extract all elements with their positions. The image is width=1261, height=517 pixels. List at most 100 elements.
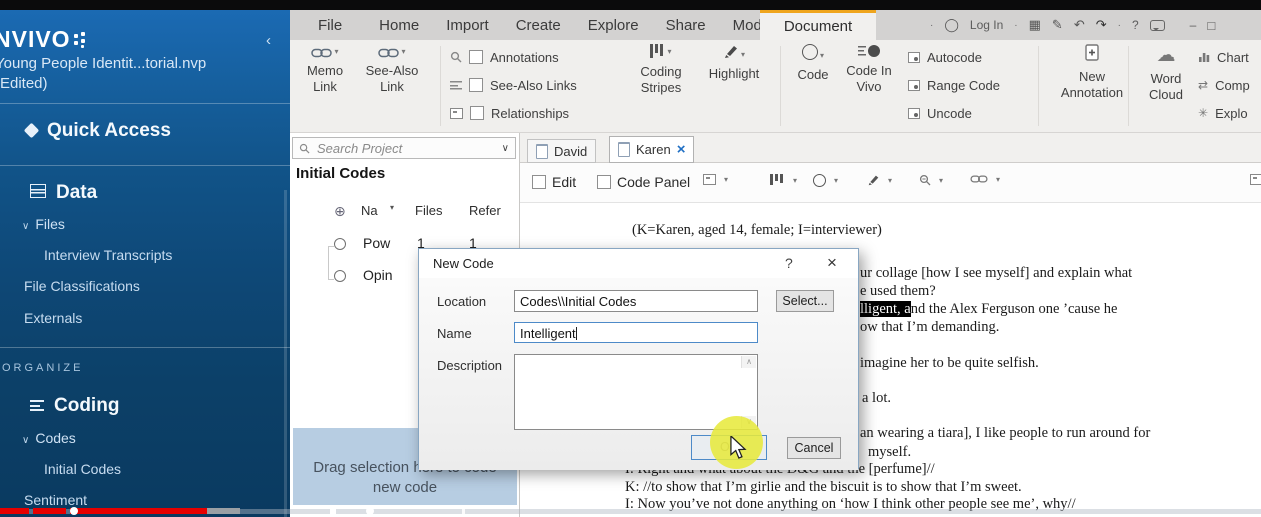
menu-tab-create[interactable]: Create	[516, 17, 561, 34]
dropdown-caret-icon: ▾	[939, 175, 944, 185]
tab-close-icon[interactable]: ×	[677, 142, 686, 157]
sidebar-item-label: Files	[35, 216, 65, 232]
menu-tab-explore[interactable]: Explore	[588, 17, 639, 34]
highlight-button[interactable]: ▾ Highlight	[698, 44, 770, 82]
transcript-line: imagine her to be quite selfish.	[860, 355, 1039, 372]
see-also-link-label: See-Also Link	[365, 63, 419, 94]
annotation-view-button[interactable]: ▾	[703, 174, 728, 185]
save-icon[interactable]: ▦	[1029, 17, 1041, 33]
edit-pencil-icon[interactable]: ✎	[1052, 17, 1063, 33]
redo-icon[interactable]: ↷	[1096, 17, 1107, 33]
relationships-label: Relationships	[491, 105, 570, 121]
code-panel-checkbox[interactable]	[597, 175, 611, 189]
tab-karen[interactable]: Karen ×	[609, 136, 695, 163]
cancel-button[interactable]: Cancel	[787, 437, 841, 459]
menu-tab-file[interactable]: File	[318, 17, 342, 34]
code-panel-toggle[interactable]: Code Panel	[597, 174, 690, 190]
search-box[interactable]: Search Project ∨	[292, 137, 516, 159]
video-progress-bar[interactable]	[0, 503, 1261, 517]
memo-link-button[interactable]: ▾ Memo Link	[296, 44, 354, 95]
sidebar-item-codes[interactable]: ∨ Codes	[0, 430, 290, 446]
dropzone-text: new code	[372, 479, 438, 496]
sidebar-item-organize[interactable]: ORGANIZE	[0, 362, 290, 374]
relationships-checkbox[interactable]	[470, 106, 484, 120]
progress-track	[336, 509, 1261, 514]
dot-separator: ·	[1117, 19, 1121, 31]
autocode-button[interactable]: Autocode	[908, 46, 982, 68]
sidebar-item-data[interactable]: Data∨	[0, 182, 290, 204]
edit-toggle[interactable]: Edit	[532, 174, 576, 190]
column-references[interactable]: Refer	[469, 203, 501, 218]
menu-tab-home[interactable]: Home	[379, 17, 419, 34]
coding-stripes-view-button[interactable]: ▾	[770, 174, 797, 186]
sidebar-item-quick-access[interactable]: Quick Access	[0, 120, 290, 142]
undo-icon[interactable]: ↶	[1074, 17, 1085, 33]
see-also-view-button[interactable]: ▾	[970, 174, 1000, 184]
text-caret	[575, 327, 577, 340]
progress-watched	[33, 508, 66, 514]
scroll-up-icon[interactable]: ∧	[741, 356, 756, 368]
sidebar-item-coding[interactable]: Coding∨	[0, 395, 290, 417]
transcript-line: K: //to show that I’m girlie and the bis…	[625, 479, 1022, 496]
range-code-button[interactable]: Range Code	[908, 74, 1000, 96]
quick-code-button[interactable]: ▾	[813, 174, 838, 187]
code-button[interactable]: ▾ Code	[788, 44, 838, 83]
search-input[interactable]: Search Project	[317, 141, 502, 156]
coding-stripes-button[interactable]: ▾ Coding Stripes	[628, 44, 694, 96]
annotations-toggle[interactable]: Annotations	[450, 46, 559, 68]
mouse-cursor	[729, 434, 747, 465]
compare-button[interactable]: ⇄ Comp	[1198, 74, 1250, 96]
transcript-line: myself.	[868, 444, 911, 461]
feedback-bubble-icon[interactable]	[1149, 19, 1165, 31]
word-cloud-button[interactable]: ☁ Word Cloud	[1138, 44, 1194, 103]
uncode-button[interactable]: Uncode	[908, 102, 972, 124]
help-button[interactable]: ?	[1132, 18, 1139, 32]
see-also-link-button[interactable]: ▾ See-Also Link	[356, 44, 428, 95]
panel-options-icon[interactable]	[1250, 174, 1261, 185]
code-circle-icon	[334, 270, 346, 282]
chart-button[interactable]: Chart	[1198, 46, 1249, 68]
search-icon	[299, 143, 310, 154]
tab-document[interactable]: Document	[760, 10, 876, 40]
menu-tab-import[interactable]: Import	[446, 17, 489, 34]
dialog-help-button[interactable]: ?	[785, 255, 793, 271]
sidebar-item-label: Codes	[35, 430, 76, 446]
sidebar-item-files[interactable]: ∨ Files	[0, 216, 290, 232]
description-field[interactable]: ∧ ∨	[514, 354, 758, 430]
add-code-icon[interactable]: ⊕	[334, 203, 346, 220]
tab-david[interactable]: David	[527, 139, 597, 163]
zoom-button[interactable]: ▾	[919, 174, 943, 186]
column-name[interactable]: Na	[361, 203, 378, 218]
login-button[interactable]: Log In	[970, 18, 1003, 32]
sidebar-item-initial-codes[interactable]: Initial Codes	[0, 461, 290, 477]
sidebar-item-interview-transcripts[interactable]: Interview Transcripts	[0, 247, 290, 263]
highlight-view-button[interactable]: ▾	[867, 174, 892, 186]
sort-caret-icon[interactable]: ▾	[390, 203, 394, 212]
sidebar-item-file-classifications[interactable]: File Classifications	[0, 278, 290, 294]
dialog-close-button[interactable]: ×	[827, 253, 837, 273]
annotations-checkbox[interactable]	[469, 50, 483, 64]
sidebar-scrollbar[interactable]	[284, 190, 287, 517]
code-in-vivo-button[interactable]: Code In Vivo	[840, 44, 898, 95]
transcript-line: ur collage [how I see myself] and explai…	[860, 265, 1132, 282]
maximize-button[interactable]: □	[1207, 18, 1215, 33]
document-icon	[618, 142, 630, 157]
menu-tab-share[interactable]: Share	[666, 17, 706, 34]
edit-checkbox[interactable]	[532, 175, 546, 189]
search-dropdown-icon[interactable]: ∨	[502, 143, 509, 154]
account-icon[interactable]: ◯	[944, 17, 959, 33]
sidebar-item-externals[interactable]: Externals	[0, 310, 290, 326]
name-field[interactable]: Intelligent	[514, 322, 758, 343]
ribbon-separator	[780, 46, 781, 126]
minimize-button[interactable]: –	[1190, 18, 1197, 32]
see-also-links-checkbox[interactable]	[469, 78, 483, 92]
location-field[interactable]: Codes\\Initial Codes	[514, 290, 758, 312]
dialog-titlebar[interactable]: New Code ? ×	[419, 249, 858, 278]
new-annotation-button[interactable]: New Annotation	[1048, 44, 1136, 101]
explore-button[interactable]: ✳ Explo	[1198, 102, 1248, 124]
relationships-toggle[interactable]: Relationships	[450, 102, 569, 124]
sidebar-collapse-icon[interactable]: ‹	[266, 32, 271, 49]
see-also-links-toggle[interactable]: See-Also Links	[450, 74, 577, 96]
column-files[interactable]: Files	[415, 203, 442, 218]
select-button[interactable]: Select...	[776, 290, 834, 312]
